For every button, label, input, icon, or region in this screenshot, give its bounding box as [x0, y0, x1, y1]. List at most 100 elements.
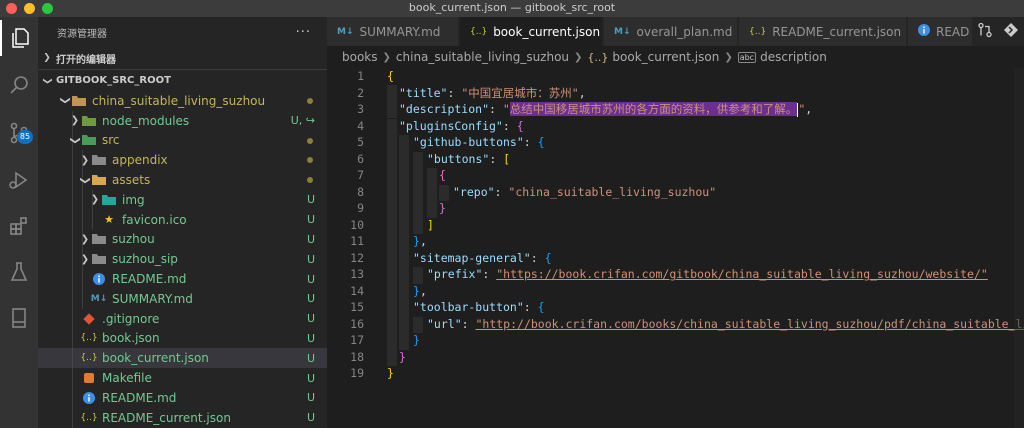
tree-file-readme[interactable]: README.md U [38, 387, 327, 408]
code-line: 8 "repo": "china_suitable_living_suzhou" [327, 184, 1024, 202]
open-changes-icon[interactable] [1003, 22, 1019, 41]
tree-file-readme-src[interactable]: README.md U [38, 269, 327, 289]
tree-item-label: src [102, 133, 120, 148]
search-icon[interactable] [0, 67, 38, 103]
modified-dot [307, 137, 313, 144]
folder-icon [92, 153, 106, 167]
tree-item-label: .gitignore [102, 311, 160, 326]
tree-item-label: book_current.json [102, 351, 209, 366]
tree-folder-img[interactable]: ❯ img U [38, 189, 327, 210]
tree-item-label: book.json [102, 331, 160, 346]
activity-bar: 85 [0, 17, 38, 428]
tree-file-book-json[interactable]: {..} book.json U [38, 328, 327, 349]
chevron-down-icon: ❯ [69, 136, 81, 145]
title-bar: book_current.json — gitbook_src_root [0, 0, 1024, 17]
tree-file-makefile[interactable]: Makefile U [38, 368, 327, 388]
tab-label: READ [936, 24, 970, 39]
editor-tab-bar: M↓ SUMMARY.md {..} book_current.json ✕ M… [327, 17, 1024, 46]
git-status: U [306, 272, 315, 286]
tab-book-current-json[interactable]: {..} book_current.json ✕ [460, 17, 620, 46]
code-line: 19 } [350, 366, 394, 381]
tree-folder-assets[interactable]: ❯ assets [38, 170, 327, 190]
explorer-header: 资源管理器 ··· [38, 17, 327, 47]
modified-dot [307, 177, 313, 184]
info-icon [918, 24, 930, 39]
code-line: 4 "pluginsConfig": { [327, 118, 1024, 136]
modified-dot [307, 98, 313, 104]
editor-scrollbar[interactable] [1014, 68, 1024, 428]
tree-item-label: assets [112, 173, 151, 188]
tree-item-label: suzhou_sip [112, 252, 178, 267]
code-line: 13 "prefix": "https://book.crifan.com/gi… [327, 266, 1024, 284]
code-line: 10 ] [327, 217, 1024, 235]
code-line: 2 "title": "中国宜居城市：苏州", [357, 84, 586, 102]
code-line: 11 }, [327, 233, 1024, 251]
breadcrumb-item[interactable]: books [342, 50, 378, 64]
json-icon: {..} [587, 50, 609, 64]
tree-item-label: README.md [102, 390, 177, 405]
tab-summary-md[interactable]: M↓ SUMMARY.md [327, 17, 459, 46]
explorer-icon[interactable] [0, 20, 38, 56]
tree-folder-src[interactable]: ❯ src [38, 130, 327, 151]
git-status: U [306, 351, 315, 365]
git-status: U [306, 391, 315, 405]
tab-label: book_current.json [493, 24, 601, 39]
git-status: U [306, 292, 315, 306]
tree-file-favicon[interactable]: ★ favicon.ico U [38, 209, 327, 230]
selected-text: 总结中国移居城市苏州的各方面的资料，供参考和了解。 [509, 102, 798, 117]
info-icon [82, 391, 96, 405]
git-status: U [306, 252, 315, 266]
git-status: U [306, 331, 315, 345]
tree-folder-appendix[interactable]: ❯ appendix [38, 150, 327, 171]
tree-folder-suzhou-sip[interactable]: ❯ suzhou_sip U [38, 249, 327, 270]
tree-folder-suzhou[interactable]: ❯ suzhou U [38, 229, 327, 250]
tree-item-label: Makefile [102, 371, 152, 386]
tree-item-label: appendix [112, 153, 168, 168]
tree-item-label: SUMMARY.md [112, 291, 193, 306]
tree-file-book-current-json[interactable]: {..} book_current.json U [38, 348, 327, 369]
git-status: U [306, 232, 315, 246]
more-actions-icon[interactable]: ··· [296, 25, 311, 40]
workspace-root-section[interactable]: ❯ GITBOOK_SRC_ROOT [38, 69, 327, 91]
modified-dot [307, 157, 313, 164]
chevron-down-icon: ❯ [42, 76, 52, 85]
scm-count-badge: 85 [17, 130, 33, 144]
tree-item-label: README.md [112, 272, 187, 287]
breadcrumb-item[interactable]: book_current.json [612, 50, 719, 64]
tree-file-summary[interactable]: M↓ SUMMARY.md U [38, 288, 327, 309]
code-line: 15 "toolbar-button": { [327, 299, 1024, 317]
tab-overall-plan-md[interactable]: M↓ overall_plan.md [604, 17, 738, 46]
git-compare-icon[interactable] [977, 22, 993, 41]
extensions-icon[interactable] [0, 208, 38, 244]
source-control-icon[interactable]: 85 [0, 115, 38, 151]
tab-readme-current-json[interactable]: {..} README_current.json [739, 17, 907, 46]
code-editor[interactable]: 1 { 2 "title": "中国宜居城市：苏州", 3 "descripti… [327, 68, 1024, 428]
editor-actions [972, 17, 1024, 46]
makefile-icon [82, 371, 96, 385]
tree-folder-project[interactable]: ❯ china_suitable_living_suzhou [38, 91, 327, 111]
tree-folder-node-modules[interactable]: ❯ node_modules U, ↪ [38, 110, 327, 131]
chevron-right-icon: ❯ [43, 53, 51, 63]
info-icon [92, 272, 106, 286]
tree-item-label: china_suitable_living_suzhou [92, 93, 266, 108]
breadcrumb-item[interactable]: china_suitable_living_suzhou [396, 50, 569, 64]
testing-icon[interactable] [0, 254, 38, 290]
run-debug-icon[interactable] [0, 162, 38, 198]
tree-item-label: node_modules [102, 113, 190, 128]
book-panel-icon[interactable] [0, 300, 38, 336]
folder-open-icon [72, 94, 86, 108]
code-line: 12 "sitemap-general": { [327, 250, 1024, 268]
folder-open-icon [92, 173, 106, 187]
git-status: U [306, 312, 315, 326]
tree-file-readme-current-json[interactable]: {..} README_current.json U [38, 407, 327, 428]
node-folder-icon [82, 114, 96, 128]
window-title: book_current.json — gitbook_src_root [408, 1, 616, 14]
chevron-right-icon: ❯ [574, 51, 583, 63]
breadcrumb-item[interactable]: description [760, 50, 827, 64]
open-editors-section[interactable]: ❯ 打开的编辑器 [38, 47, 327, 69]
json-icon: {..} [80, 412, 98, 423]
code-line: 7 { [327, 167, 1024, 185]
tab-readme[interactable]: READ [908, 17, 978, 46]
tree-file-gitignore[interactable]: .gitignore U [38, 308, 327, 329]
chevron-down-icon: ❯ [59, 96, 71, 106]
